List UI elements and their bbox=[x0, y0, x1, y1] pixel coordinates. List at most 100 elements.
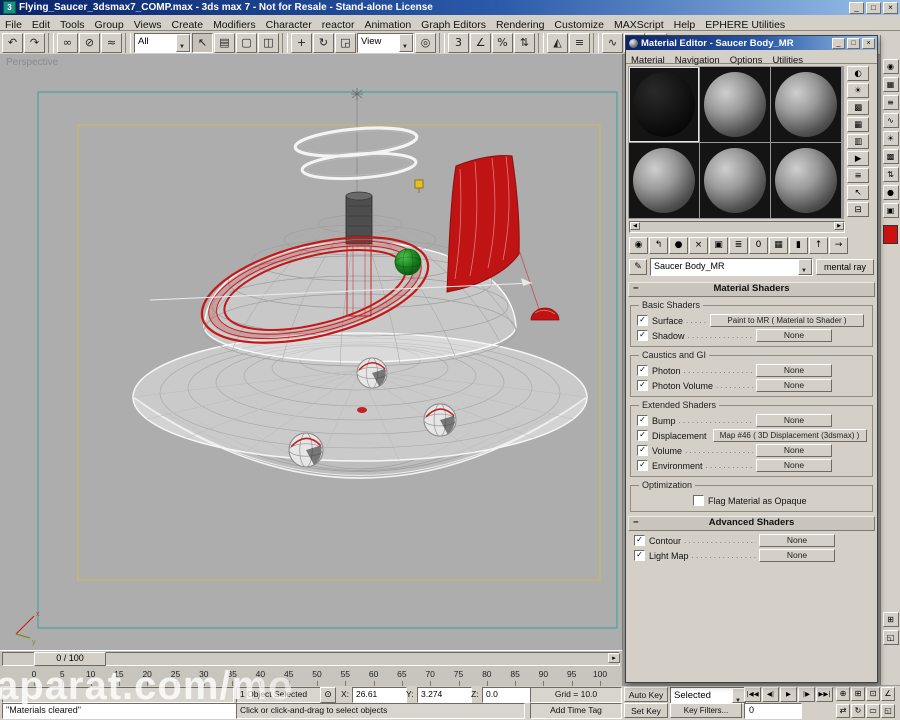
me-maximize-button[interactable]: □ bbox=[847, 37, 860, 49]
material-name-dropdown[interactable]: Saucer Body_MR bbox=[650, 258, 813, 278]
menu-group[interactable]: Group bbox=[90, 18, 129, 32]
chevron-down-icon[interactable] bbox=[798, 259, 812, 278]
scroll-right-icon[interactable]: ▶ bbox=[834, 222, 844, 230]
selection-filter-dropdown[interactable]: All bbox=[134, 32, 191, 55]
assign-material-to-selection-button[interactable]: ● bbox=[669, 237, 688, 254]
checkbox-volume[interactable]: ✓ bbox=[637, 445, 648, 456]
checkbox-displacement[interactable]: ✓ bbox=[637, 430, 648, 441]
dock-button-9[interactable]: ▣ bbox=[882, 203, 899, 218]
dock-button-6[interactable]: ▩ bbox=[882, 149, 899, 164]
backlight-icon[interactable]: ☀ bbox=[847, 83, 870, 98]
pick-material-icon[interactable]: ✎ bbox=[629, 259, 647, 275]
checkbox-shadow[interactable]: ✓ bbox=[637, 330, 648, 341]
menu-create[interactable]: Create bbox=[167, 18, 209, 32]
me-menu-navigation[interactable]: Navigation bbox=[670, 55, 725, 66]
play-button[interactable]: ▶ bbox=[780, 687, 797, 702]
dock-button-11[interactable]: ◱ bbox=[882, 630, 899, 645]
checkbox-contour[interactable]: ✓ bbox=[634, 535, 645, 546]
coord-z-field[interactable]: 0.0 bbox=[482, 687, 531, 703]
use-pivot-point-center-button[interactable]: ◎ bbox=[415, 32, 436, 53]
mirror-button[interactable]: ◭ bbox=[547, 32, 568, 53]
menu-edit[interactable]: Edit bbox=[27, 18, 55, 32]
window-crossing-button[interactable]: ◫ bbox=[258, 32, 279, 53]
shader-slot-button-bump[interactable]: None bbox=[756, 414, 832, 427]
material-sample-slot-4[interactable] bbox=[629, 143, 699, 218]
shader-slot-button-surface[interactable]: Paint to MR ( Material to Shader ) bbox=[710, 314, 864, 327]
shader-slot-button-photon-volume[interactable]: None bbox=[756, 379, 832, 392]
curve-editor-button[interactable]: ∿ bbox=[602, 32, 623, 53]
bind-to-space-warp-button[interactable]: ≈ bbox=[101, 32, 122, 53]
menu-ephere-utilities[interactable]: EPHERE Utilities bbox=[700, 18, 790, 32]
me-menu-utilities[interactable]: Utilities bbox=[767, 55, 808, 66]
undo-button[interactable]: ↶ bbox=[2, 32, 23, 53]
shader-slot-button-shadow[interactable]: None bbox=[756, 329, 832, 342]
zoom-button[interactable]: ⊕ bbox=[836, 687, 850, 701]
shader-slot-button-photon[interactable]: None bbox=[756, 364, 832, 377]
zoom-region-button[interactable]: ▭ bbox=[866, 703, 880, 718]
chevron-down-icon[interactable] bbox=[176, 33, 190, 55]
menu-maxscript[interactable]: MAXScript bbox=[609, 18, 669, 32]
auto-key-button[interactable]: Auto Key bbox=[624, 687, 668, 702]
me-minimize-button[interactable]: _ bbox=[832, 37, 845, 49]
go-to-end-button[interactable]: ▶▶| bbox=[816, 687, 833, 702]
chevron-down-icon[interactable] bbox=[399, 33, 413, 55]
select-and-rotate-button[interactable]: ↻ bbox=[313, 32, 334, 53]
selection-set-dropdown[interactable]: Selected bbox=[670, 687, 747, 709]
menu-graph-editors[interactable]: Graph Editors bbox=[416, 18, 491, 32]
sample-uv-tiling-icon[interactable]: ▦ bbox=[847, 117, 870, 132]
material-id-channel-button[interactable]: 0 bbox=[749, 237, 768, 254]
me-menu-material[interactable]: Material bbox=[626, 55, 670, 66]
menu-views[interactable]: Views bbox=[129, 18, 167, 32]
show-map-in-viewport-button[interactable]: ▦ bbox=[769, 237, 788, 254]
me-close-button[interactable]: × bbox=[862, 37, 875, 49]
previous-frame-button[interactable]: ◀| bbox=[762, 687, 779, 702]
me-menu-options[interactable]: Options bbox=[725, 55, 768, 66]
time-slider[interactable]: 0 / 100 ▸ bbox=[0, 650, 622, 668]
dock-button-10[interactable]: ⊞ bbox=[882, 612, 899, 627]
min-max-toggle-button[interactable]: ◱ bbox=[881, 703, 895, 718]
add-time-tag[interactable]: Add Time Tag bbox=[530, 703, 622, 719]
checkbox-flag-material-as-opaque[interactable] bbox=[693, 495, 704, 506]
next-frame-button[interactable]: |▶ bbox=[798, 687, 815, 702]
material-sample-slot-6[interactable] bbox=[771, 143, 841, 218]
get-material-button[interactable]: ◉ bbox=[629, 237, 648, 254]
make-material-copy-button[interactable]: ▣ bbox=[709, 237, 728, 254]
material-sample-slot-5[interactable] bbox=[700, 143, 770, 218]
arc-rotate-button[interactable]: ↻ bbox=[851, 703, 865, 718]
dock-button-2[interactable]: ▦ bbox=[882, 77, 899, 92]
dock-button-4[interactable]: ∿ bbox=[882, 113, 899, 128]
zoom-all-button[interactable]: ⊞ bbox=[851, 687, 865, 701]
viewport-label[interactable]: Perspective bbox=[6, 57, 58, 68]
rectangular-selection-region-button[interactable]: ▢ bbox=[236, 32, 257, 53]
angle-snap-toggle-button[interactable]: ∠ bbox=[470, 32, 491, 53]
minimize-button[interactable]: _ bbox=[849, 1, 864, 14]
snaps-toggle-button[interactable]: 3 bbox=[448, 32, 469, 53]
key-filters-button[interactable]: Key Filters... bbox=[670, 703, 742, 718]
material-sample-slot-1[interactable] bbox=[629, 67, 699, 142]
select-by-name-button[interactable]: ▤ bbox=[214, 32, 235, 53]
show-end-result-button[interactable]: ▮ bbox=[789, 237, 808, 254]
go-to-parent-button[interactable]: ↑ bbox=[809, 237, 828, 254]
go-to-start-button[interactable]: |◀◀ bbox=[744, 687, 761, 702]
redo-button[interactable]: ↷ bbox=[24, 32, 45, 53]
time-slider-handle[interactable]: 0 / 100 bbox=[34, 652, 106, 666]
reset-map-material-button[interactable]: × bbox=[689, 237, 708, 254]
pan-button[interactable]: ⇄ bbox=[836, 703, 850, 718]
menu-help[interactable]: Help bbox=[669, 18, 701, 32]
select-and-scale-button[interactable]: ◲ bbox=[335, 32, 356, 53]
coord-x-field[interactable]: 26.61 bbox=[352, 687, 407, 703]
put-to-library-button[interactable]: ≣ bbox=[729, 237, 748, 254]
maximize-button[interactable]: □ bbox=[866, 1, 881, 14]
menu-file[interactable]: File bbox=[0, 18, 27, 32]
field-of-view-button[interactable]: ∠ bbox=[881, 687, 895, 701]
material-sample-slot-3[interactable] bbox=[771, 67, 841, 142]
menu-tools[interactable]: Tools bbox=[55, 18, 90, 32]
background-icon[interactable]: ▩ bbox=[847, 100, 870, 115]
rollout-advanced-shaders[interactable]: − Advanced Shaders bbox=[628, 516, 875, 531]
coord-y-field[interactable]: 3.274 bbox=[417, 687, 472, 703]
maxscript-listener-line[interactable]: "Materials cleared" bbox=[2, 703, 237, 719]
material-editor-window[interactable]: Material Editor - Saucer Body_MR _ □ × M… bbox=[625, 35, 878, 683]
put-material-to-scene-button[interactable]: ↰ bbox=[649, 237, 668, 254]
menu-modifiers[interactable]: Modifiers bbox=[208, 18, 261, 32]
sample-scrollbar[interactable]: ◀ ▶ bbox=[629, 221, 845, 233]
